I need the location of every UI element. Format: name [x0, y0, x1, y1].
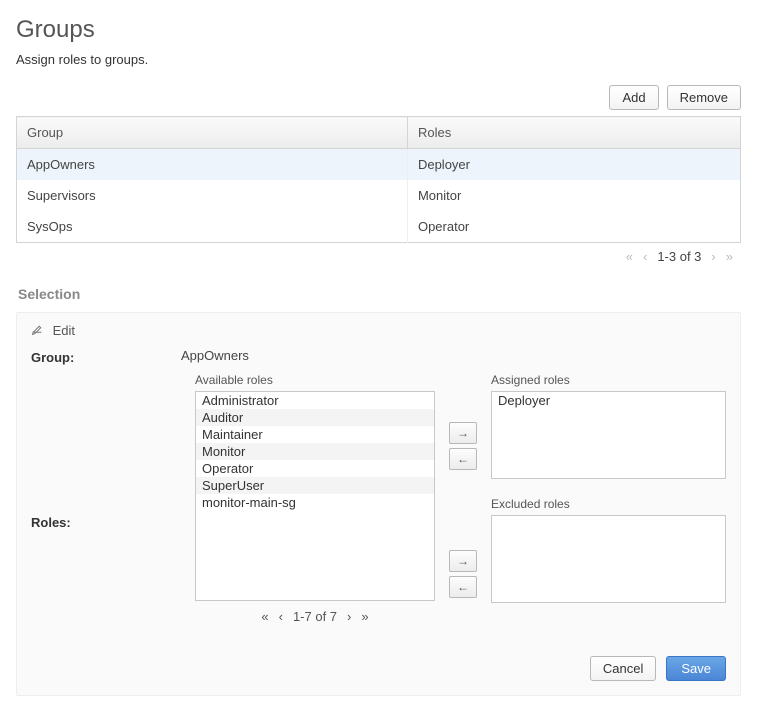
excluded-roles-listbox[interactable] — [491, 515, 726, 603]
table-pager: « ‹ 1-3 of 3 › » — [16, 243, 741, 278]
edit-icon — [31, 323, 43, 338]
cell-roles: Deployer — [407, 149, 740, 181]
assigned-roles-label: Assigned roles — [491, 373, 726, 387]
available-roles-listbox[interactable]: AdministratorAuditorMaintainerMonitorOpe… — [195, 391, 435, 601]
list-item[interactable]: Deployer — [492, 392, 725, 409]
list-item[interactable]: Maintainer — [196, 426, 434, 443]
assign-add-button[interactable]: → — [449, 422, 477, 444]
cell-group: AppOwners — [17, 149, 408, 181]
arrow-right-icon: → — [457, 426, 469, 440]
cell-group: Supervisors — [17, 180, 408, 211]
groups-table: Group Roles AppOwnersDeployerSupervisors… — [16, 116, 741, 243]
avail-pager-range: 1-7 of 7 — [293, 609, 337, 624]
assigned-roles-listbox[interactable]: Deployer — [491, 391, 726, 479]
table-row[interactable]: SysOpsOperator — [17, 211, 741, 243]
roles-field-label: Roles: — [31, 513, 181, 530]
avail-pager-next-icon[interactable]: › — [347, 609, 351, 624]
assigned-shuttle: → ← → ← — [449, 373, 477, 624]
exclude-add-button[interactable]: → — [449, 550, 477, 572]
list-item[interactable]: Administrator — [196, 392, 434, 409]
cell-group: SysOps — [17, 211, 408, 243]
cancel-button[interactable]: Cancel — [590, 656, 656, 681]
pager-first-icon[interactable]: « — [626, 249, 633, 264]
group-field-value: AppOwners — [181, 348, 249, 363]
toolbar: Add Remove — [16, 85, 741, 110]
list-item[interactable]: SuperUser — [196, 477, 434, 494]
group-field-label: Group: — [31, 348, 181, 365]
list-item[interactable]: Auditor — [196, 409, 434, 426]
cell-roles: Operator — [407, 211, 740, 243]
excluded-roles-label: Excluded roles — [491, 497, 726, 511]
page-title: Groups — [16, 16, 741, 44]
avail-pager-first-icon[interactable]: « — [261, 609, 268, 624]
table-row[interactable]: SupervisorsMonitor — [17, 180, 741, 211]
save-button[interactable]: Save — [666, 656, 726, 681]
list-item[interactable]: Monitor — [196, 443, 434, 460]
selection-panel: Edit Group: AppOwners Roles: Available r… — [16, 312, 741, 696]
remove-button[interactable]: Remove — [667, 85, 741, 110]
column-header-roles[interactable]: Roles — [407, 117, 740, 149]
available-roles-label: Available roles — [195, 373, 435, 387]
arrow-left-icon: ← — [457, 580, 469, 594]
avail-pager-last-icon[interactable]: » — [361, 609, 368, 624]
list-item[interactable]: monitor-main-sg — [196, 494, 434, 511]
edit-label: Edit — [53, 323, 75, 338]
arrow-right-icon: → — [457, 554, 469, 568]
edit-bar[interactable]: Edit — [17, 313, 740, 348]
table-row[interactable]: AppOwnersDeployer — [17, 149, 741, 181]
column-header-group[interactable]: Group — [17, 117, 408, 149]
available-pager: « ‹ 1-7 of 7 › » — [195, 601, 435, 624]
footer-actions: Cancel Save — [17, 642, 740, 695]
exclude-remove-button[interactable]: ← — [449, 576, 477, 598]
avail-pager-prev-icon[interactable]: ‹ — [279, 609, 283, 624]
arrow-left-icon: ← — [457, 452, 469, 466]
add-button[interactable]: Add — [609, 85, 658, 110]
cell-roles: Monitor — [407, 180, 740, 211]
page-description: Assign roles to groups. — [16, 52, 741, 67]
selection-heading: Selection — [18, 286, 741, 302]
pager-range: 1-3 of 3 — [657, 249, 701, 264]
pager-last-icon[interactable]: » — [726, 249, 733, 264]
pager-prev-icon[interactable]: ‹ — [643, 249, 647, 264]
list-item[interactable]: Operator — [196, 460, 434, 477]
pager-next-icon[interactable]: › — [711, 249, 715, 264]
assign-remove-button[interactable]: ← — [449, 448, 477, 470]
